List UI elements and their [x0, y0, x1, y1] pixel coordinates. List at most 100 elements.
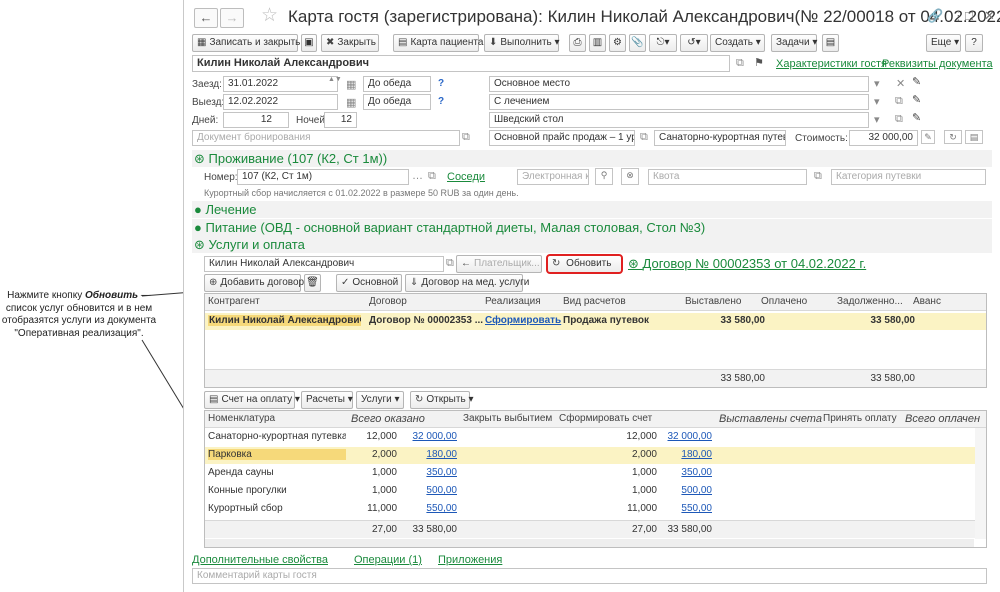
cost-field[interactable]: 32 000,00: [849, 130, 918, 146]
print-button[interactable]: ⎙: [569, 34, 586, 52]
place-dropdown-icon[interactable]: ▾: [874, 77, 880, 90]
contract-link[interactable]: ⊛ Договор № 00002353 от 04.02.2022 г.: [628, 256, 866, 272]
table-edit-icon[interactable]: ✎: [912, 111, 921, 124]
nutrition-section[interactable]: ● Питание (ОВД - основной вариант станда…: [192, 219, 992, 236]
table-field[interactable]: Шведский стол: [489, 112, 869, 128]
create-button[interactable]: Создать ▾: [710, 34, 765, 52]
open-button[interactable]: ↻ Открыть ▾: [410, 391, 473, 409]
departure-help-icon[interactable]: ?: [438, 96, 444, 107]
col-contract[interactable]: Договор: [369, 296, 407, 307]
add-contract-button[interactable]: ⊕ Добавить договор: [204, 274, 304, 292]
horizontal-scrollbar[interactable]: [205, 539, 974, 547]
days-field[interactable]: 12: [223, 112, 289, 128]
vertical-scrollbar[interactable]: [975, 428, 986, 539]
treatment-section[interactable]: ● Лечение: [192, 201, 992, 218]
payer-open-icon[interactable]: ⧉: [446, 257, 454, 270]
quota-open-icon[interactable]: ⧉: [814, 170, 822, 183]
tasks-button[interactable]: Задачи ▾: [771, 34, 817, 52]
booking-field[interactable]: Документ бронирования: [192, 130, 460, 146]
med-contract-button[interactable]: ⇓ Договор на мед. услуги: [405, 274, 529, 292]
voucher-category-field[interactable]: Категория путевки: [831, 169, 986, 185]
help-q-button[interactable]: ?: [965, 34, 983, 52]
remove-key-button[interactable]: ⊗: [621, 168, 639, 185]
col-sale[interactable]: Реализация: [485, 296, 541, 307]
treatment-open-icon[interactable]: ⧉: [895, 95, 903, 108]
arrival-spin-icon[interactable]: ▲▼: [328, 76, 342, 83]
place-clear-icon[interactable]: ✕: [896, 77, 905, 90]
price-list-open-icon[interactable]: ⧉: [640, 131, 648, 144]
col-paid[interactable]: Оплачено: [761, 296, 807, 307]
key-button[interactable]: ⚲: [595, 168, 613, 185]
neighbors-link[interactable]: Соседи: [447, 171, 485, 183]
cost-calc-button[interactable]: ✎: [921, 130, 935, 144]
attachments-link[interactable]: Приложения: [438, 554, 502, 566]
table-dropdown-icon[interactable]: ▾: [874, 113, 880, 126]
service-sum-link[interactable]: 350,00: [405, 467, 457, 478]
service-row[interactable]: Парковка 2,000 180,00 2,000 180,00: [205, 447, 986, 464]
treatment-dropdown-icon[interactable]: ▾: [874, 95, 880, 108]
close-icon[interactable]: ✕: [984, 8, 995, 24]
service-row[interactable]: Курортный сбор 11,000 550,00 11,000 550,00: [205, 501, 986, 518]
col-billed[interactable]: Выставлено: [685, 296, 741, 307]
send-button[interactable]: ⎋▾: [649, 34, 677, 52]
history-button[interactable]: ↺▾: [680, 34, 708, 52]
link-icon[interactable]: 🔗: [927, 8, 943, 24]
structure-button[interactable]: ⚙: [609, 34, 626, 52]
arrival-calendar-icon[interactable]: ▦: [346, 78, 356, 91]
col-accept-payment[interactable]: Принять оплату: [823, 413, 897, 424]
service-sum2-link[interactable]: 350,00: [660, 467, 712, 478]
operations-link[interactable]: Операции (1): [354, 554, 422, 566]
place-field[interactable]: Основное место: [489, 76, 869, 92]
contract-row[interactable]: Килин Николай Александрович Договор № 00…: [205, 313, 986, 330]
col-counterparty[interactable]: Контрагент: [208, 296, 260, 307]
refresh-button[interactable]: ↻ Обновить: [546, 254, 623, 274]
arrival-date-field[interactable]: 31.01.2022: [223, 76, 338, 92]
guest-name-field[interactable]: Килин Николай Александрович: [192, 55, 730, 72]
flag-icon[interactable]: ⚑: [754, 56, 764, 69]
col-debt[interactable]: Задолженно...: [837, 296, 903, 307]
place-edit-icon[interactable]: ✎: [912, 75, 921, 88]
service-row[interactable]: Конные прогулки 1,000 500,00 1,000 500,00: [205, 483, 986, 500]
services-button[interactable]: Услуги ▾: [356, 391, 404, 409]
execute-button[interactable]: ⬇ Выполнить ▾: [484, 34, 560, 52]
extra-props-link[interactable]: Дополнительные свойства: [192, 554, 328, 566]
back-button[interactable]: ←: [194, 8, 218, 28]
col-invoices-issued[interactable]: Выставлены счета: [719, 413, 822, 425]
arrival-time-field[interactable]: До обеда: [363, 76, 431, 92]
col-nomenclature[interactable]: Номенклатура: [208, 413, 275, 424]
col-total-provided[interactable]: Всего оказано: [351, 413, 425, 425]
attach-button[interactable]: 📎: [629, 34, 646, 52]
voucher-field[interactable]: Санаторно-курортная путевка: [654, 130, 786, 146]
treatment-field[interactable]: С лечением: [489, 94, 869, 110]
more-vertical-icon[interactable]: ⋮: [952, 8, 965, 24]
room-select-icon[interactable]: …: [412, 170, 423, 182]
payer-button[interactable]: ← Плательщик...: [456, 255, 542, 273]
col-close-departure[interactable]: Закрыть выбытием: [463, 413, 552, 424]
service-sum2-link[interactable]: 180,00: [660, 449, 712, 460]
patient-card-button[interactable]: ▤ Карта пациента: [393, 34, 483, 52]
recalc-button[interactable]: ↻: [944, 130, 962, 144]
maximize-icon[interactable]: □: [965, 8, 973, 23]
col-advance[interactable]: Аванс: [913, 296, 941, 307]
service-sum2-link[interactable]: 550,00: [660, 503, 712, 514]
service-sum-link[interactable]: 550,00: [405, 503, 457, 514]
col-total-paid[interactable]: Всего оплачен: [905, 413, 980, 425]
delete-contract-button[interactable]: 🗑: [304, 274, 321, 292]
forward-button[interactable]: →: [220, 8, 244, 28]
close-button[interactable]: ✖ Закрыть: [321, 34, 379, 52]
nights-field[interactable]: 12: [324, 112, 357, 128]
service-sum-link[interactable]: 32 000,00: [405, 431, 458, 442]
service-sum2-link[interactable]: 500,00: [660, 485, 712, 496]
requisites-link[interactable]: Реквизиты документа: [882, 58, 993, 70]
star-icon[interactable]: ☆: [261, 4, 278, 27]
electronic-key-field[interactable]: Электронная к...: [517, 169, 589, 185]
archive-button[interactable]: ▤: [822, 34, 839, 52]
open-icon[interactable]: ⧉: [736, 57, 744, 70]
report-button[interactable]: ▥: [589, 34, 606, 52]
table-open-icon[interactable]: ⧉: [895, 113, 903, 126]
departure-calendar-icon[interactable]: ▦: [346, 96, 356, 109]
invoice-button[interactable]: ▤ Счет на оплату ▾: [204, 391, 300, 409]
col-calc-type[interactable]: Вид расчетов: [563, 296, 626, 307]
accommodation-section[interactable]: ⊛ Проживание (107 (К2, Ст 1м)): [192, 150, 992, 167]
price-list-field[interactable]: Основной прайс продаж – 1 уровен: [489, 130, 635, 146]
